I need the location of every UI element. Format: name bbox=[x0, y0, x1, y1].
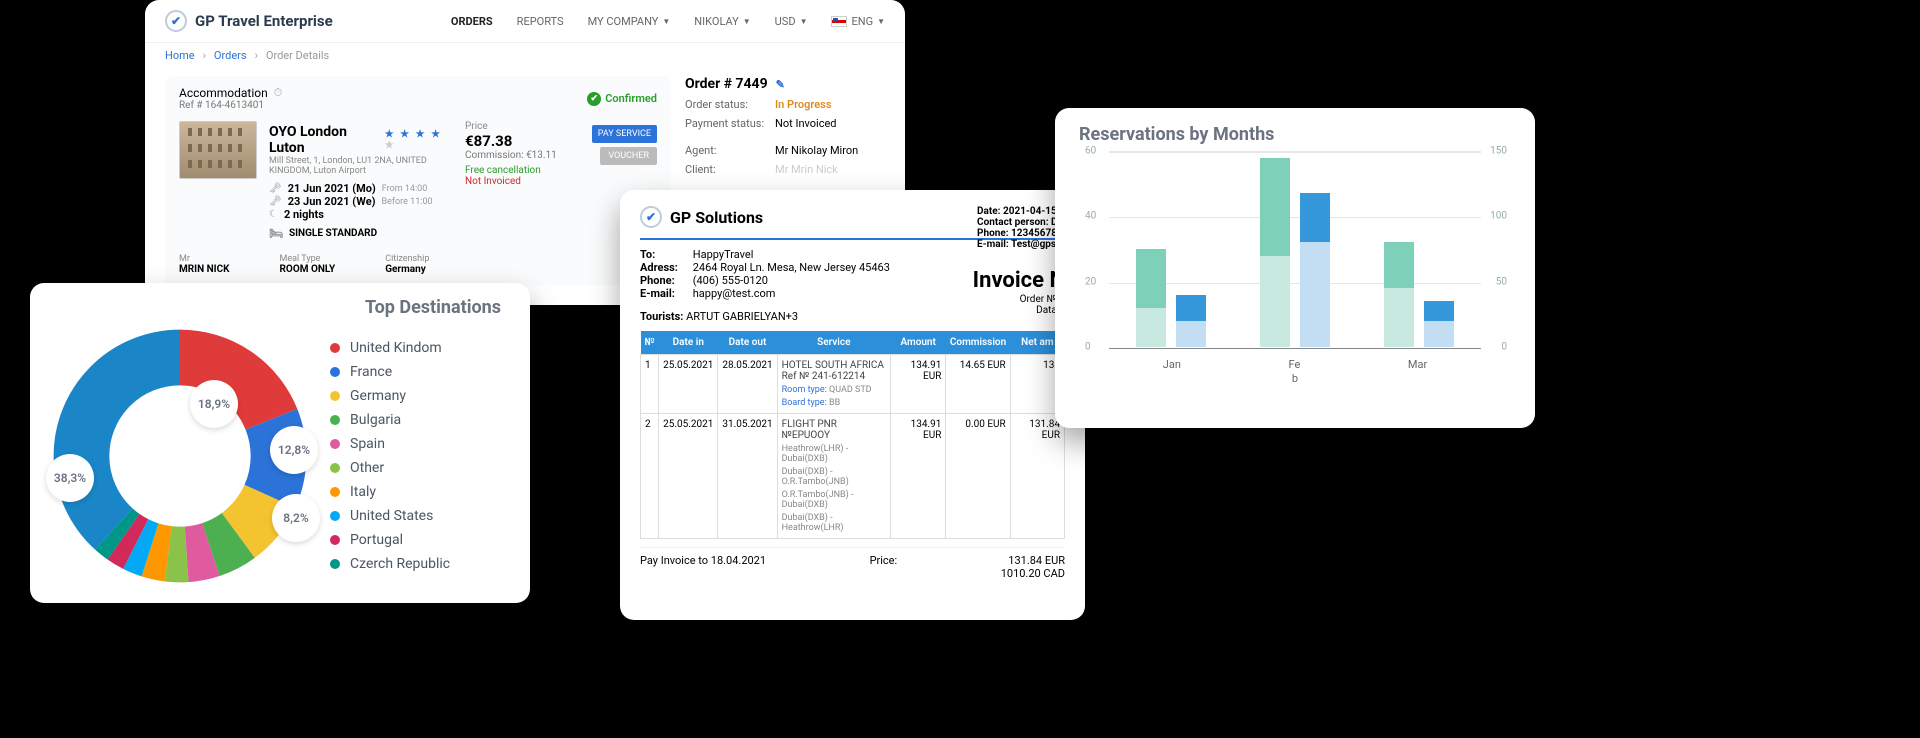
top-nav: ✔ GP Travel Enterprise ORDERS REPORTS MY… bbox=[145, 0, 905, 43]
brand-logo-icon: ✔ bbox=[165, 10, 187, 32]
flag-icon bbox=[831, 16, 847, 27]
panel-title: Top Destinations bbox=[365, 297, 510, 318]
chart-bubble: 38,3% bbox=[46, 454, 94, 502]
table-row: 125.05.202128.05.2021HOTEL SOUTH AFRICAR… bbox=[641, 355, 1065, 414]
table-row: 225.05.202131.05.2021FLIGHT PNR №EPUOOYH… bbox=[641, 414, 1065, 539]
legend-dot-icon bbox=[330, 391, 340, 401]
nav-menu: ORDERS REPORTS MY COMPANY▼ NIKOLAY▼ USD▼… bbox=[451, 15, 885, 28]
invoice-table: № Date in Date out Service Amount Commis… bbox=[640, 331, 1065, 539]
voucher-button[interactable]: VOUCHER bbox=[600, 147, 657, 165]
breadcrumb: Home › Orders › Order Details bbox=[145, 43, 905, 68]
pay-by: Pay Invoice to 18.04.2021 bbox=[640, 554, 766, 580]
nav-my-company[interactable]: MY COMPANY▼ bbox=[588, 15, 671, 28]
invoice-totals: 131.84 EUR1010.20 CAD bbox=[1001, 554, 1065, 580]
brand-text: GP Travel Enterprise bbox=[195, 12, 333, 30]
hotel-thumbnail bbox=[179, 121, 257, 179]
legend-item[interactable]: United States bbox=[330, 504, 450, 528]
invoice-meta: Date: 2021-04-15 1 Contact person: D Pho… bbox=[977, 206, 1065, 250]
top-destinations-panel: Top Destinations 18,9%12,8%8,2%38,3% Uni… bbox=[30, 283, 530, 603]
brand: ✔ GP Travel Enterprise bbox=[165, 10, 333, 32]
ref-number: Ref # 164-4613401 bbox=[179, 100, 282, 111]
legend-item[interactable]: Czerch Republic bbox=[330, 552, 450, 576]
accommodation-card: Accommodation ⏱ Ref # 164-4613401 Confir… bbox=[165, 76, 671, 285]
legend-item[interactable]: France bbox=[330, 360, 450, 384]
legend-dot-icon bbox=[330, 559, 340, 569]
hotel-address: Mill Street, 1, London, LU1 2NA, UNITED … bbox=[269, 156, 453, 176]
legend-item[interactable]: Other bbox=[330, 456, 450, 480]
legend-dot-icon bbox=[330, 535, 340, 545]
legend-dot-icon bbox=[330, 439, 340, 449]
breadcrumb-current: Order Details bbox=[266, 49, 329, 62]
nav-currency[interactable]: USD▼ bbox=[775, 15, 808, 28]
price: €87.38 bbox=[465, 132, 575, 150]
pay-service-button[interactable]: PAY SERVICE bbox=[592, 125, 657, 143]
legend-item[interactable]: Spain bbox=[330, 432, 450, 456]
key-icon: 🗝 bbox=[269, 183, 282, 194]
invoice-title: Invoice N bbox=[973, 268, 1065, 293]
legend-item[interactable]: Germany bbox=[330, 384, 450, 408]
chevron-down-icon: ▼ bbox=[743, 17, 751, 26]
legend-dot-icon bbox=[330, 487, 340, 497]
key-icon: 🗝 bbox=[269, 196, 282, 207]
nav-language[interactable]: ENG▼ bbox=[831, 15, 885, 28]
legend-item[interactable]: Bulgaria bbox=[330, 408, 450, 432]
bar-chart: 0204060 050100150 JanFeMar b bbox=[1079, 151, 1511, 371]
status-confirmed: Confirmed bbox=[587, 92, 657, 106]
bar-group bbox=[1260, 151, 1330, 347]
legend: United KindomFranceGermanyBulgariaSpainO… bbox=[330, 336, 450, 576]
panel-title: Reservations by Months bbox=[1079, 124, 1511, 145]
chevron-down-icon: ▼ bbox=[877, 17, 885, 26]
star-rating: ★ ★ ★ ★ ★ bbox=[385, 129, 453, 151]
legend-dot-icon bbox=[330, 343, 340, 353]
legend-dot-icon bbox=[330, 367, 340, 377]
invoice-panel: ✔ GP Solutions Date: 2021-04-15 1 Contac… bbox=[620, 190, 1085, 620]
chart-bubble: 12,8% bbox=[270, 426, 318, 474]
breadcrumb-orders[interactable]: Orders bbox=[214, 49, 247, 62]
bed-icon: 🛏 bbox=[269, 227, 283, 240]
donut-chart: 18,9%12,8%8,2%38,3% bbox=[50, 326, 310, 586]
legend-dot-icon bbox=[330, 415, 340, 425]
chart-bubble: 8,2% bbox=[272, 494, 320, 542]
moon-icon: ☾ bbox=[269, 209, 278, 220]
legend-dot-icon bbox=[330, 511, 340, 521]
edit-icon[interactable]: ✎ bbox=[776, 78, 785, 91]
breadcrumb-home[interactable]: Home bbox=[165, 49, 195, 62]
legend-item[interactable]: United Kindom bbox=[330, 336, 450, 360]
legend-dot-icon bbox=[330, 463, 340, 473]
bar-group bbox=[1136, 151, 1206, 347]
nav-orders[interactable]: ORDERS bbox=[451, 15, 493, 28]
brand-logo-icon: ✔ bbox=[640, 206, 662, 228]
chevron-down-icon: ▼ bbox=[662, 17, 670, 26]
legend-item[interactable]: Portugal bbox=[330, 528, 450, 552]
hotel-name[interactable]: OYO London Luton bbox=[269, 124, 379, 156]
reservations-chart-panel: Reservations by Months 0204060 050100150… bbox=[1055, 108, 1535, 428]
chevron-down-icon: ▼ bbox=[800, 17, 808, 26]
nav-reports[interactable]: REPORTS bbox=[517, 15, 564, 28]
bar-group bbox=[1384, 151, 1454, 347]
nav-user[interactable]: NIKOLAY▼ bbox=[694, 15, 750, 28]
chart-bubble: 18,9% bbox=[190, 380, 238, 428]
section-title: Accommodation bbox=[179, 86, 268, 100]
legend-item[interactable]: Italy bbox=[330, 480, 450, 504]
clock-icon: ⏱ bbox=[274, 86, 283, 100]
